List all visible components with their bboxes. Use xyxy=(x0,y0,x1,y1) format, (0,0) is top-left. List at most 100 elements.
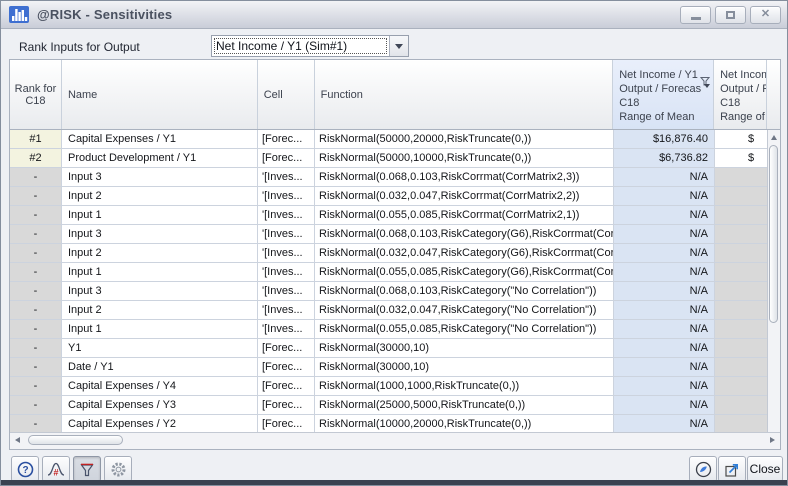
output2-cell-value xyxy=(715,263,768,282)
table-row[interactable]: -Input 2'[Inves...RiskNormal(0.032,0.047… xyxy=(10,187,780,206)
table-row[interactable]: #2Product Development / Y1[Forec...RiskN… xyxy=(10,149,780,168)
table-row[interactable]: -Capital Expenses / Y3[Forec...RiskNorma… xyxy=(10,396,780,415)
maximize-button[interactable] xyxy=(715,6,746,24)
table-header: Rank for C18 Name Cell Function Net Inco… xyxy=(10,60,780,130)
vertical-scrollbar[interactable] xyxy=(767,130,780,432)
function-cell-value: RiskNormal(0.032,0.047,RiskCategory(G6),… xyxy=(315,244,614,263)
table-row[interactable]: -Y1[Forec...RiskNormal(30000,10)N/A xyxy=(10,339,780,358)
close-button[interactable]: Close xyxy=(747,456,783,482)
window-bottom-edge xyxy=(1,480,787,485)
table-row[interactable]: -Input 2'[Inves...RiskNormal(0.032,0.047… xyxy=(10,244,780,263)
output2-cell-value: $ xyxy=(715,130,768,149)
output1-cell-value: N/A xyxy=(614,263,715,282)
rank-cell-value: - xyxy=(10,225,62,244)
name-cell-value: Capital Expenses / Y4 xyxy=(62,377,258,396)
output2-cell-value: $ xyxy=(715,149,768,168)
filter-button[interactable] xyxy=(73,456,101,482)
rank-cell-value: - xyxy=(10,320,62,339)
rank-cell-value: - xyxy=(10,263,62,282)
header-function[interactable]: Function xyxy=(315,60,614,129)
output1-cell-value: N/A xyxy=(614,415,715,432)
name-cell-value: Input 2 xyxy=(62,301,258,320)
table-row[interactable]: -Capital Expenses / Y2[Forec...RiskNorma… xyxy=(10,415,780,432)
cellref-cell-value: [Forec... xyxy=(258,396,315,415)
header-output1[interactable]: Net Income / Y1 Output / Forecas C18 Ran… xyxy=(613,60,714,129)
table-row[interactable]: -Input 1'[Inves...RiskNormal(0.055,0.085… xyxy=(10,320,780,339)
header-rank[interactable]: Rank for C18 xyxy=(10,60,62,129)
rank-cell-value: - xyxy=(10,339,62,358)
settings-gear-icon xyxy=(110,461,127,478)
horizontal-scrollbar[interactable] xyxy=(10,432,780,449)
cellref-cell-value: '[Inves... xyxy=(258,301,315,320)
output2-cell-value xyxy=(715,206,768,225)
output1-cell-value: N/A xyxy=(614,282,715,301)
name-cell-value: Y1 xyxy=(62,339,258,358)
svg-text:?: ? xyxy=(22,465,28,476)
cellref-cell-value: [Forec... xyxy=(258,149,315,168)
cellref-cell-value: [Forec... xyxy=(258,130,315,149)
settings-button[interactable] xyxy=(104,456,132,482)
output-dropdown[interactable]: Net Income / Y1 (Sim#1) xyxy=(211,35,409,57)
close-window-button[interactable]: ✕ xyxy=(750,6,781,24)
dropdown-arrow-button[interactable] xyxy=(389,36,408,56)
distribution-format-icon: # xyxy=(47,461,65,477)
export-button[interactable] xyxy=(718,456,746,482)
output1-cell-value: $6,736.82 xyxy=(614,149,715,168)
table-row[interactable]: -Input 3'[Inves...RiskNormal(0.068,0.103… xyxy=(10,225,780,244)
scroll-up-icon[interactable] xyxy=(771,135,777,140)
table-row[interactable]: -Date / Y1[Forec...RiskNormal(30000,10)N… xyxy=(10,358,780,377)
close-icon: ✕ xyxy=(761,9,770,20)
table-row[interactable]: -Capital Expenses / Y4[Forec...RiskNorma… xyxy=(10,377,780,396)
table-row[interactable]: -Input 3'[Inves...RiskNormal(0.068,0.103… xyxy=(10,168,780,187)
rank-cell-value: #2 xyxy=(10,149,62,168)
title-bar: @RISK - Sensitivities ✕ xyxy=(1,1,787,29)
rank-cell-value: - xyxy=(10,377,62,396)
cellref-cell-value: '[Inves... xyxy=(258,244,315,263)
name-cell-value: Input 2 xyxy=(62,244,258,263)
help-button[interactable]: ? xyxy=(11,456,39,482)
function-cell-value: RiskNormal(0.032,0.047,RiskCorrmat(CorrM… xyxy=(315,187,614,206)
edit-reports-button[interactable] xyxy=(689,456,717,482)
rank-cell-value: - xyxy=(10,415,62,432)
output1-cell-value: N/A xyxy=(614,187,715,206)
output2-cell-value xyxy=(715,225,768,244)
output2-cell-value xyxy=(715,282,768,301)
rank-cell-value: - xyxy=(10,187,62,206)
header-output2[interactable]: Net Income / Output / For C18 Range of M… xyxy=(714,60,767,129)
output1-cell-value: N/A xyxy=(614,225,715,244)
output1-cell-value: N/A xyxy=(614,377,715,396)
horizontal-scroll-thumb[interactable] xyxy=(28,435,123,445)
risk-sensitivities-window: @RISK - Sensitivities ✕ Rank Inputs for … xyxy=(0,0,788,486)
pen-circle-icon xyxy=(695,461,712,478)
cellref-cell-value: [Forec... xyxy=(258,377,315,396)
column-filter-icon[interactable] xyxy=(670,62,711,104)
header-cell[interactable]: Cell xyxy=(258,60,315,129)
rank-inputs-label: Rank Inputs for Output xyxy=(19,40,140,54)
name-cell-value: Capital Expenses / Y2 xyxy=(62,415,258,432)
output2-cell-value xyxy=(715,301,768,320)
table-row[interactable]: -Input 1'[Inves...RiskNormal(0.055,0.085… xyxy=(10,206,780,225)
table-row[interactable]: #1Capital Expenses / Y1[Forec...RiskNorm… xyxy=(10,130,780,149)
function-cell-value: RiskNormal(0.055,0.085,RiskCategory(G6),… xyxy=(315,263,614,282)
sensitivities-table: Rank for C18 Name Cell Function Net Inco… xyxy=(9,59,781,450)
cellref-cell-value: '[Inves... xyxy=(258,320,315,339)
vertical-scroll-thumb[interactable] xyxy=(769,145,778,323)
table-row[interactable]: -Input 3'[Inves...RiskNormal(0.068,0.103… xyxy=(10,282,780,301)
cellref-cell-value: '[Inves... xyxy=(258,206,315,225)
distribution-format-button[interactable]: # xyxy=(42,456,70,482)
output2-cell-value xyxy=(715,187,768,206)
export-icon xyxy=(724,461,741,478)
name-cell-value: Input 1 xyxy=(62,320,258,339)
chevron-down-icon xyxy=(395,44,403,49)
table-row[interactable]: -Input 2'[Inves...RiskNormal(0.032,0.047… xyxy=(10,301,780,320)
name-cell-value: Input 3 xyxy=(62,282,258,301)
output2-cell-value xyxy=(715,415,768,432)
svg-text:#: # xyxy=(53,468,58,478)
minimize-button[interactable] xyxy=(680,6,711,24)
output2-cell-value xyxy=(715,358,768,377)
scroll-right-icon[interactable] xyxy=(770,437,775,443)
header-name[interactable]: Name xyxy=(62,60,258,129)
table-row[interactable]: -Input 1'[Inves...RiskNormal(0.055,0.085… xyxy=(10,263,780,282)
scroll-left-icon[interactable] xyxy=(15,437,20,443)
minimize-icon xyxy=(691,17,701,20)
